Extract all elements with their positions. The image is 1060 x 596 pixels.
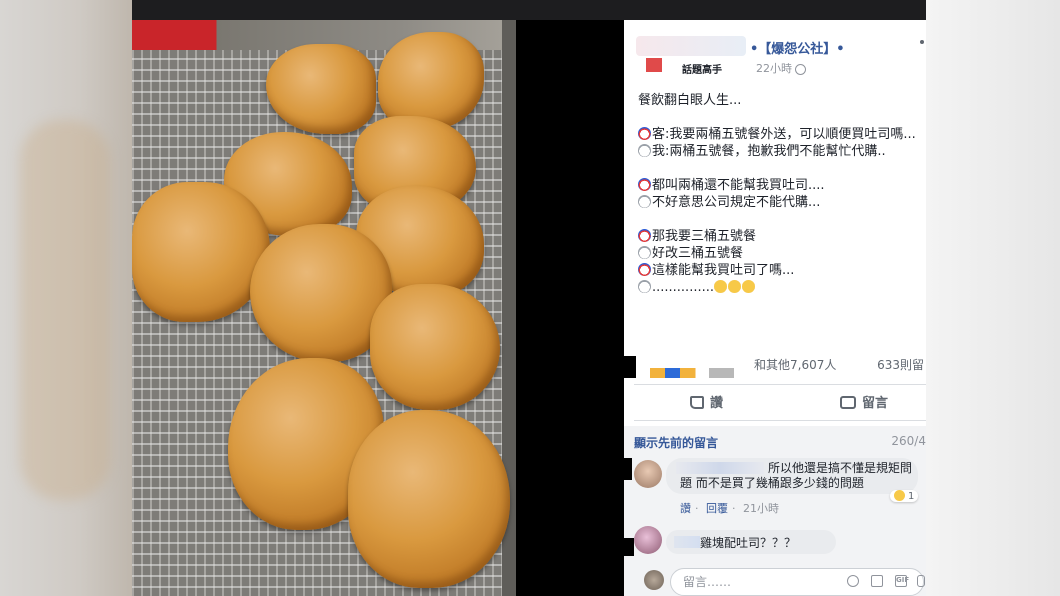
post-line: ............... [638, 279, 926, 296]
post-line: 客:我要兩桶五號餐外送，可以順便買吐司嗎... [638, 126, 926, 143]
globe-icon [795, 63, 806, 75]
post-line-spacer [638, 211, 926, 228]
show-previous-comments-link[interactable]: 顯示先前的留言 [634, 434, 718, 451]
clown-emoji-icon [638, 178, 651, 191]
clown-emoji-icon [638, 127, 651, 140]
comment-like-link[interactable]: 讚 [680, 502, 691, 515]
photo-letterbox [516, 20, 624, 596]
redaction-block [624, 538, 634, 556]
chicken-piece [348, 410, 510, 588]
reaction-count[interactable]: 和其他7,607人 [754, 356, 836, 373]
like-icon [690, 396, 704, 409]
post-line: 不好意思公司規定不能代購... [638, 194, 926, 211]
meh-emoji-icon [728, 280, 741, 293]
post-panel: •【爆怨公社】• 話題高手 22小時 餐飲翻白眼人生... 客:我要兩桶五號餐外送… [624, 20, 926, 596]
comment-reaction-badge[interactable]: 1 [890, 490, 919, 502]
divider [634, 384, 926, 385]
ghost-emoji-icon [638, 280, 651, 293]
comment-actions: 讚 · 回覆 · 21小時 [680, 502, 779, 515]
post-photo[interactable] [132, 20, 516, 596]
post-line: 餐飲翻白眼人生... [638, 92, 926, 109]
post-body: 餐飲翻白眼人生... 客:我要兩桶五號餐外送，可以順便買吐司嗎... 我:兩桶五號餐… [638, 92, 926, 296]
post-line-text: 客:我要兩桶五號餐外送，可以順便買吐司嗎... [652, 127, 916, 142]
comment-time[interactable]: 21小時 [743, 502, 779, 515]
meh-emoji-icon [742, 280, 755, 293]
background-blur [20, 120, 110, 500]
comment-input-box[interactable]: GIF [670, 568, 925, 596]
smile-icon[interactable] [847, 575, 859, 587]
top-bar [132, 0, 926, 20]
background-left [0, 0, 132, 596]
post-line-text: 餐飲翻白眼人生... [638, 93, 742, 108]
divider [634, 420, 926, 421]
author-avatar[interactable] [646, 58, 662, 72]
ghost-emoji-icon [638, 144, 651, 157]
post-line-text: 都叫兩桶還不能幫我買吐司.... [652, 178, 825, 193]
comment-reply-link[interactable]: 回覆 [706, 502, 728, 515]
post-line: 那我要三桶五號餐 [638, 228, 926, 245]
post-line-text: 我:兩桶五號餐，抱歉我們不能幫忙代購.. [652, 144, 886, 159]
comment-icon [840, 396, 856, 409]
clown-emoji-icon [638, 229, 651, 242]
post-line-text: 這樣能幫我買吐司了嗎... [652, 263, 795, 278]
post-line-text: 好改三桶五號餐 [652, 246, 744, 261]
comment-section: 顯示先前的留言 260/4 所以他還是搞不懂是規矩問題 而不是買了幾桶跟多少錢的… [624, 426, 926, 596]
like-label: 讚 [710, 396, 724, 411]
author-badge: 話題高手 [682, 65, 722, 76]
ghost-emoji-icon [638, 195, 651, 208]
comment-pagination: 260/4 [891, 434, 926, 448]
comment-label: 留言 [862, 396, 889, 411]
reaction-summary[interactable]: 和其他7,607人 633則留 [624, 356, 926, 382]
comment-reaction-count: 1 [908, 491, 915, 502]
commenter-name-blurred[interactable] [674, 536, 700, 548]
post-line-text: 那我要三桶五號餐 [652, 229, 757, 244]
redaction-block [624, 356, 636, 378]
post-time[interactable]: 22小時 [756, 60, 806, 76]
post-line-spacer [638, 160, 926, 177]
reaction-icons-blurred [650, 368, 734, 378]
post-line-text: ............... [652, 280, 714, 295]
haha-icon [894, 490, 905, 501]
post-line-text: 不好意思公司規定不能代購... [652, 195, 821, 210]
post-time-text: 22小時 [756, 62, 792, 75]
post-line: 好改三桶五號餐 [638, 245, 926, 262]
post-line-spacer [638, 109, 926, 126]
like-button[interactable]: 讚 [690, 392, 723, 411]
comment-count[interactable]: 633則留 [877, 356, 924, 373]
author-name-blurred [636, 36, 746, 56]
avatar[interactable] [634, 526, 662, 554]
avatar[interactable] [634, 460, 662, 488]
comment-text: 雞塊配吐司？？？ [700, 536, 797, 550]
redaction-block [624, 458, 632, 480]
background-right [926, 0, 1060, 596]
more-options-icon[interactable] [920, 40, 924, 44]
gif-icon[interactable]: GIF [895, 575, 909, 587]
comment-button[interactable]: 留言 [840, 392, 888, 411]
post-line: 這樣能幫我買吐司了嗎... [638, 262, 926, 279]
avatar [644, 570, 664, 590]
chicken-piece [370, 284, 500, 410]
comment-text: 所以他還是搞不懂是規矩問題 而不是買了幾桶跟多少錢的問題 [680, 461, 913, 490]
post-line: 都叫兩桶還不能幫我買吐司.... [638, 177, 926, 194]
sticker-icon[interactable] [917, 575, 925, 587]
ghost-emoji-icon [638, 246, 651, 259]
clown-emoji-icon [638, 263, 651, 276]
page-name-link[interactable]: •【爆怨公社】• [750, 38, 845, 57]
camera-icon[interactable] [871, 575, 883, 587]
post-line: 我:兩桶五號餐，抱歉我們不能幫忙代購.. [638, 143, 926, 160]
comment-input[interactable] [681, 573, 825, 591]
meh-emoji-icon [714, 280, 727, 293]
